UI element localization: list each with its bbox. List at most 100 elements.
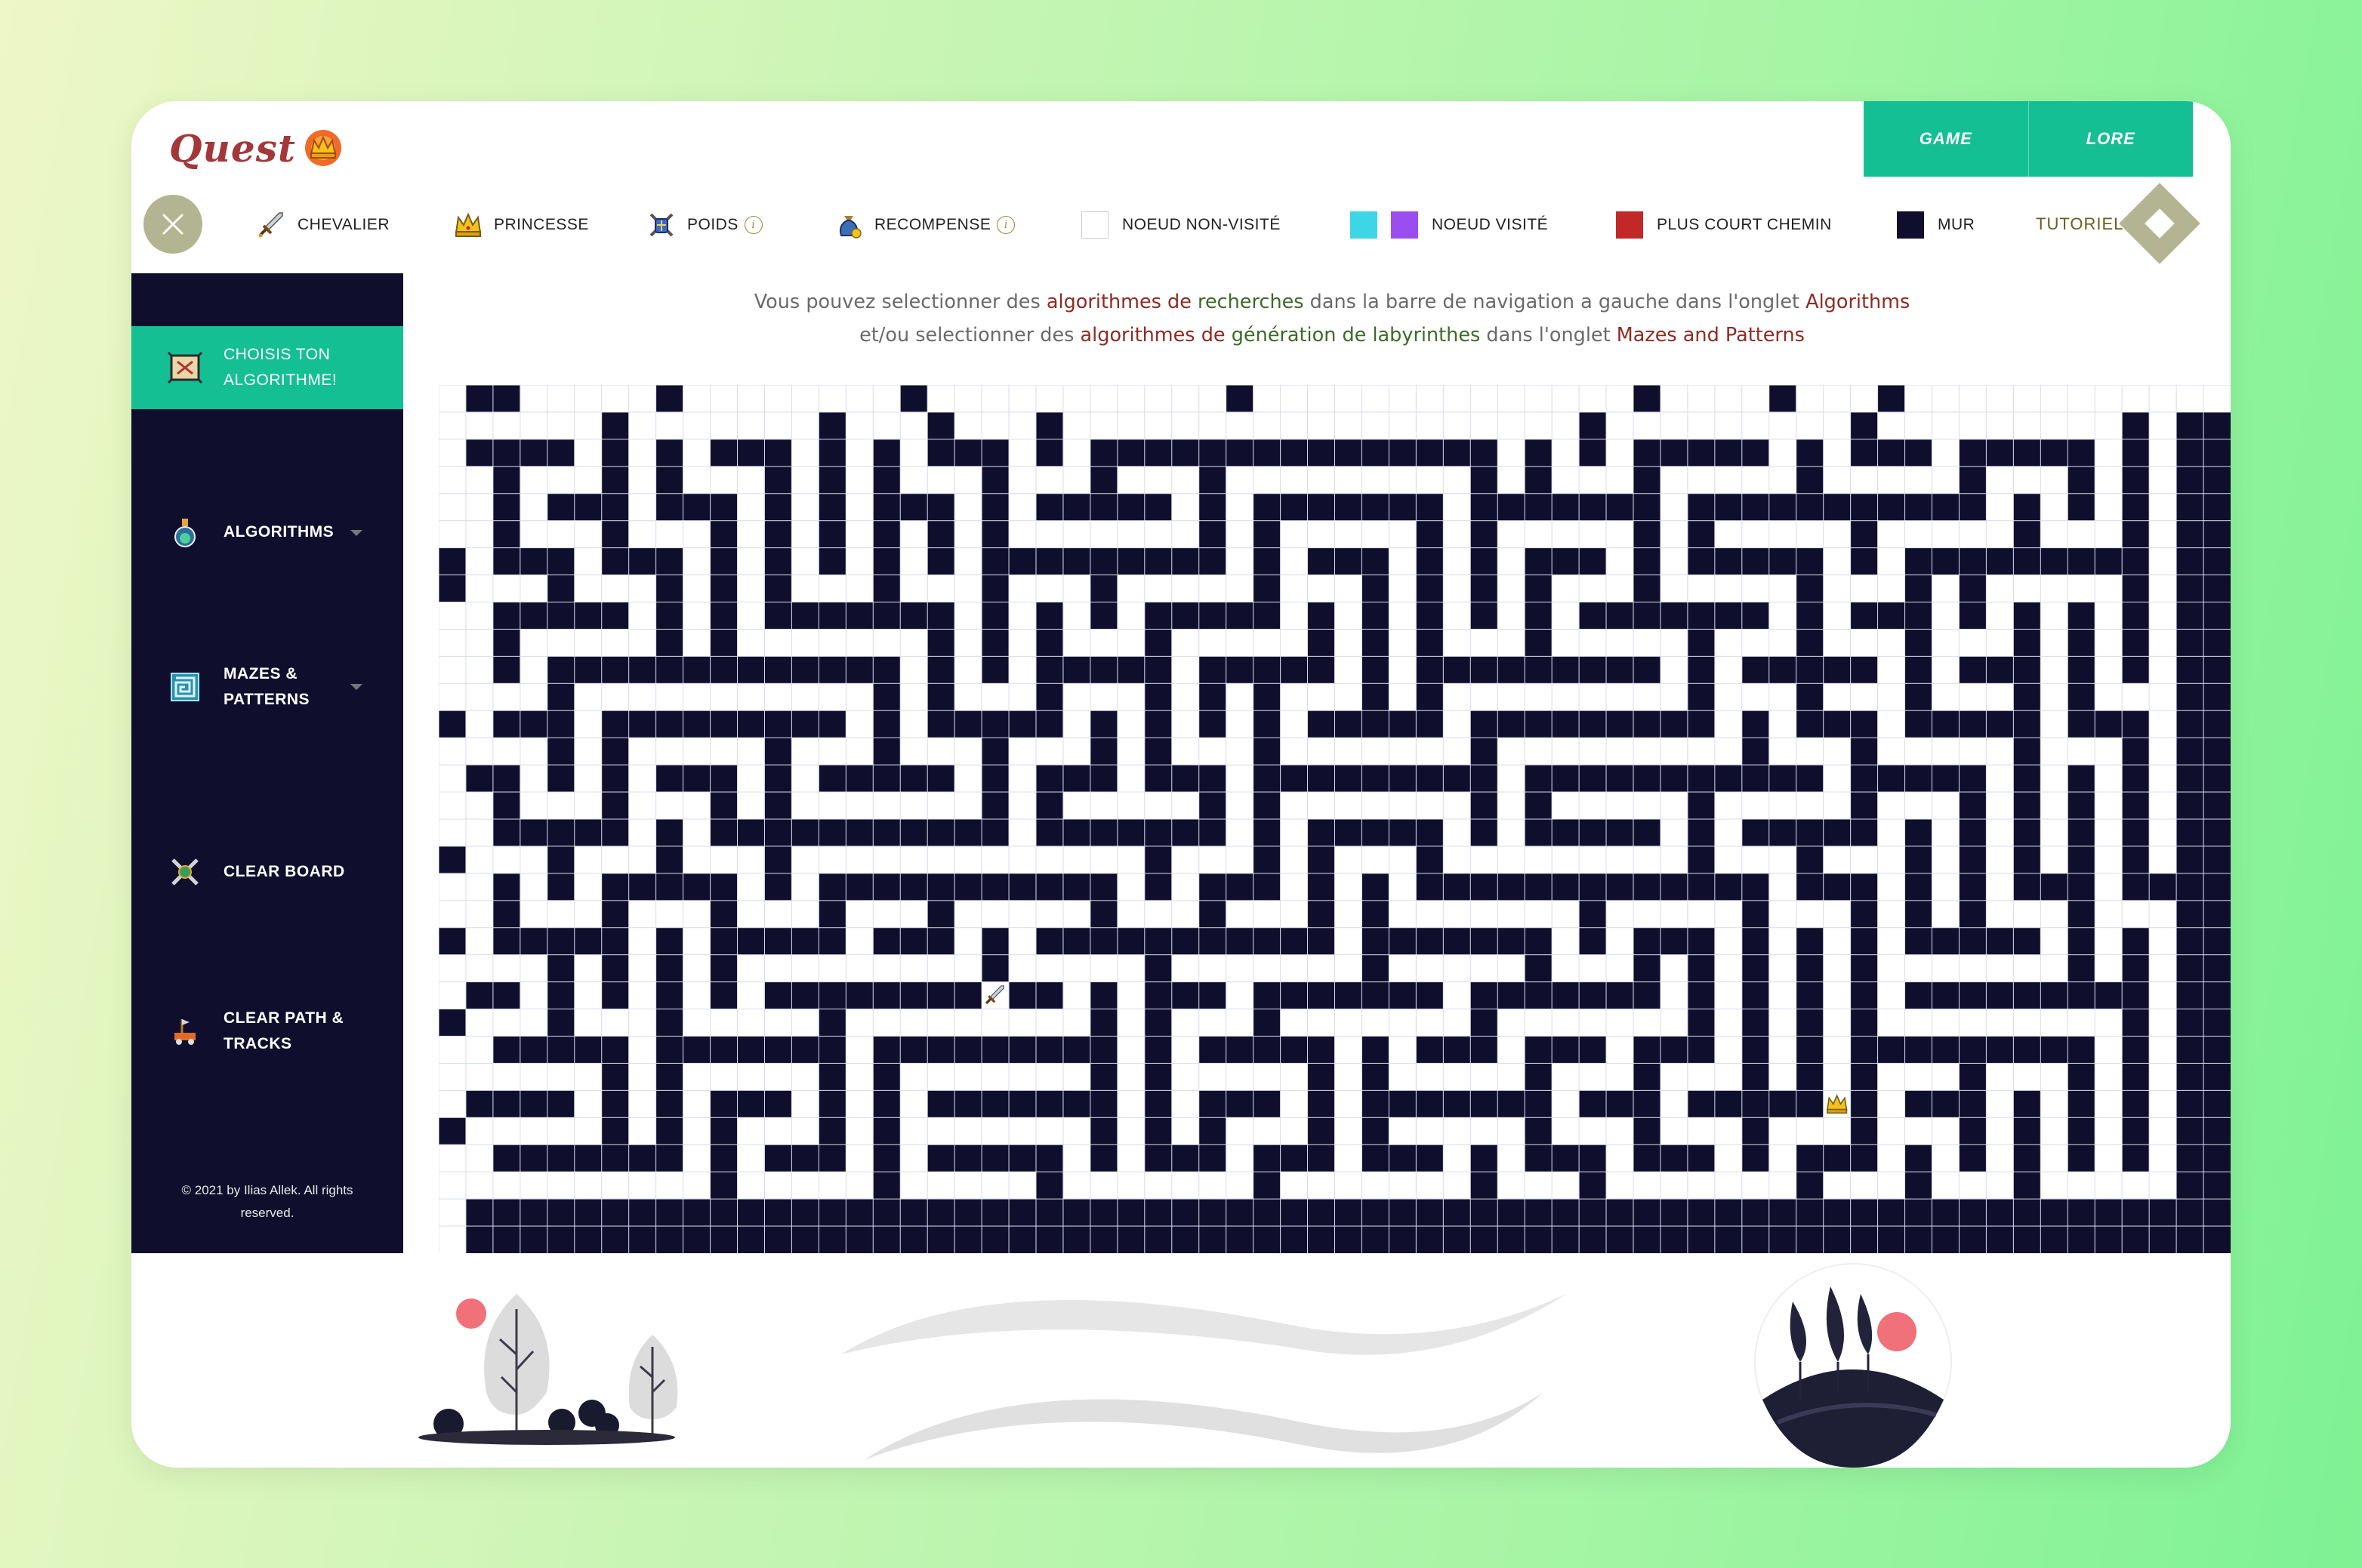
wall-node[interactable] bbox=[1415, 927, 1445, 956]
wall-node[interactable] bbox=[439, 1009, 467, 1037]
wall-node[interactable] bbox=[1633, 575, 1661, 603]
wall-node[interactable] bbox=[1796, 628, 1824, 658]
board-node[interactable] bbox=[2148, 846, 2178, 874]
wall-node[interactable] bbox=[1687, 1009, 1716, 1037]
wall-node[interactable] bbox=[899, 818, 929, 847]
wall-node[interactable] bbox=[2121, 575, 2151, 603]
wall-node[interactable] bbox=[763, 846, 793, 874]
wall-node[interactable] bbox=[1117, 927, 1146, 956]
board-node[interactable] bbox=[465, 411, 494, 440]
board-node[interactable] bbox=[1551, 1089, 1580, 1119]
board-node[interactable] bbox=[1904, 737, 1933, 766]
wall-node[interactable] bbox=[1904, 1144, 1933, 1173]
board-node[interactable] bbox=[492, 1171, 521, 1200]
wall-node[interactable] bbox=[2203, 1225, 2231, 1253]
wall-node[interactable] bbox=[1442, 655, 1472, 685]
board-node[interactable] bbox=[1226, 981, 1254, 1010]
wall-node[interactable] bbox=[2203, 818, 2231, 847]
wall-node[interactable] bbox=[1633, 954, 1661, 983]
wall-node[interactable] bbox=[1524, 1225, 1553, 1253]
board-node[interactable] bbox=[574, 846, 603, 874]
wall-node[interactable] bbox=[899, 1198, 929, 1228]
wall-node[interactable] bbox=[1008, 1198, 1037, 1228]
wall-node[interactable] bbox=[981, 737, 1010, 766]
board-node[interactable] bbox=[791, 439, 820, 467]
board-node[interactable] bbox=[1932, 873, 1960, 901]
wall-node[interactable] bbox=[1415, 655, 1445, 685]
board-node[interactable] bbox=[628, 1171, 657, 1200]
board-node[interactable] bbox=[439, 818, 467, 847]
board-node[interactable] bbox=[1442, 954, 1472, 983]
board-node[interactable] bbox=[1497, 602, 1526, 630]
board-node[interactable] bbox=[492, 1062, 521, 1092]
wall-node[interactable] bbox=[2121, 547, 2151, 576]
board-node[interactable] bbox=[1932, 954, 1960, 983]
wall-node[interactable] bbox=[547, 818, 575, 847]
wall-node[interactable] bbox=[1551, 764, 1580, 793]
wall-node[interactable] bbox=[1633, 1062, 1661, 1092]
board-node[interactable] bbox=[1768, 1009, 1797, 1037]
wall-node[interactable] bbox=[1388, 710, 1417, 739]
board-node[interactable] bbox=[1062, 710, 1091, 739]
wall-node[interactable] bbox=[2121, 710, 2151, 739]
board-node[interactable] bbox=[1062, 1171, 1091, 1200]
wall-node[interactable] bbox=[2203, 927, 2231, 956]
board-node[interactable] bbox=[547, 791, 575, 820]
wall-node[interactable] bbox=[2175, 466, 2205, 494]
sidebar-item-clear-path[interactable]: CLEAR PATH & TRACKS bbox=[131, 1006, 403, 1057]
board-node[interactable] bbox=[1334, 1171, 1363, 1200]
board-node[interactable] bbox=[2012, 1009, 2042, 1037]
board-node[interactable] bbox=[1605, 1062, 1635, 1092]
board-node[interactable] bbox=[1307, 1009, 1336, 1037]
board-node[interactable] bbox=[1660, 682, 1688, 712]
board-node[interactable] bbox=[1985, 1062, 2015, 1092]
wall-node[interactable] bbox=[1660, 927, 1688, 956]
wall-node[interactable] bbox=[927, 1036, 956, 1064]
board-node[interactable] bbox=[628, 1089, 657, 1119]
wall-node[interactable] bbox=[2175, 602, 2205, 630]
board-node[interactable] bbox=[683, 439, 711, 467]
wall-node[interactable] bbox=[1253, 818, 1281, 847]
board-node[interactable] bbox=[601, 628, 630, 658]
wall-node[interactable] bbox=[1524, 1089, 1553, 1119]
wall-node[interactable] bbox=[2094, 981, 2123, 1010]
wall-node[interactable] bbox=[818, 466, 847, 494]
wall-node[interactable] bbox=[1741, 1144, 1770, 1173]
wall-node[interactable] bbox=[2121, 927, 2151, 956]
wall-node[interactable] bbox=[492, 1144, 521, 1173]
wall-node[interactable] bbox=[1253, 493, 1281, 522]
wall-node[interactable] bbox=[1171, 927, 1200, 956]
wall-node[interactable] bbox=[1198, 682, 1227, 712]
wall-node[interactable] bbox=[1388, 439, 1417, 467]
board-node[interactable] bbox=[1008, 954, 1037, 983]
board-node[interactable] bbox=[2094, 411, 2123, 440]
wall-node[interactable] bbox=[1578, 710, 1608, 739]
board-node[interactable] bbox=[1877, 1117, 1906, 1146]
board-node[interactable] bbox=[1415, 466, 1445, 494]
board-node[interactable] bbox=[710, 466, 739, 494]
board-node[interactable] bbox=[1823, 628, 1852, 658]
board-node[interactable] bbox=[1985, 818, 2015, 847]
wall-node[interactable] bbox=[872, 547, 902, 576]
wall-node[interactable] bbox=[981, 1089, 1010, 1119]
wall-node[interactable] bbox=[763, 791, 793, 820]
board-node[interactable] bbox=[1714, 1062, 1743, 1092]
wall-node[interactable] bbox=[2121, 655, 2151, 685]
wall-node[interactable] bbox=[1904, 873, 1933, 901]
wall-node[interactable] bbox=[2175, 737, 2205, 766]
board-node[interactable] bbox=[1442, 1144, 1472, 1173]
wall-node[interactable] bbox=[1198, 791, 1227, 820]
wall-node[interactable] bbox=[845, 818, 874, 847]
wall-node[interactable] bbox=[2203, 655, 2231, 685]
wall-node[interactable] bbox=[2203, 1036, 2231, 1064]
board-node[interactable] bbox=[1904, 520, 1933, 549]
wall-node[interactable] bbox=[2012, 1171, 2042, 1200]
wall-node[interactable] bbox=[1253, 575, 1281, 603]
wall-node[interactable] bbox=[2175, 927, 2205, 956]
board-node[interactable] bbox=[574, 547, 603, 576]
wall-node[interactable] bbox=[655, 385, 684, 413]
board-node[interactable] bbox=[628, 439, 657, 467]
board-node[interactable] bbox=[2148, 1009, 2178, 1037]
wall-node[interactable] bbox=[1605, 655, 1635, 685]
wall-node[interactable] bbox=[2067, 1225, 2096, 1253]
